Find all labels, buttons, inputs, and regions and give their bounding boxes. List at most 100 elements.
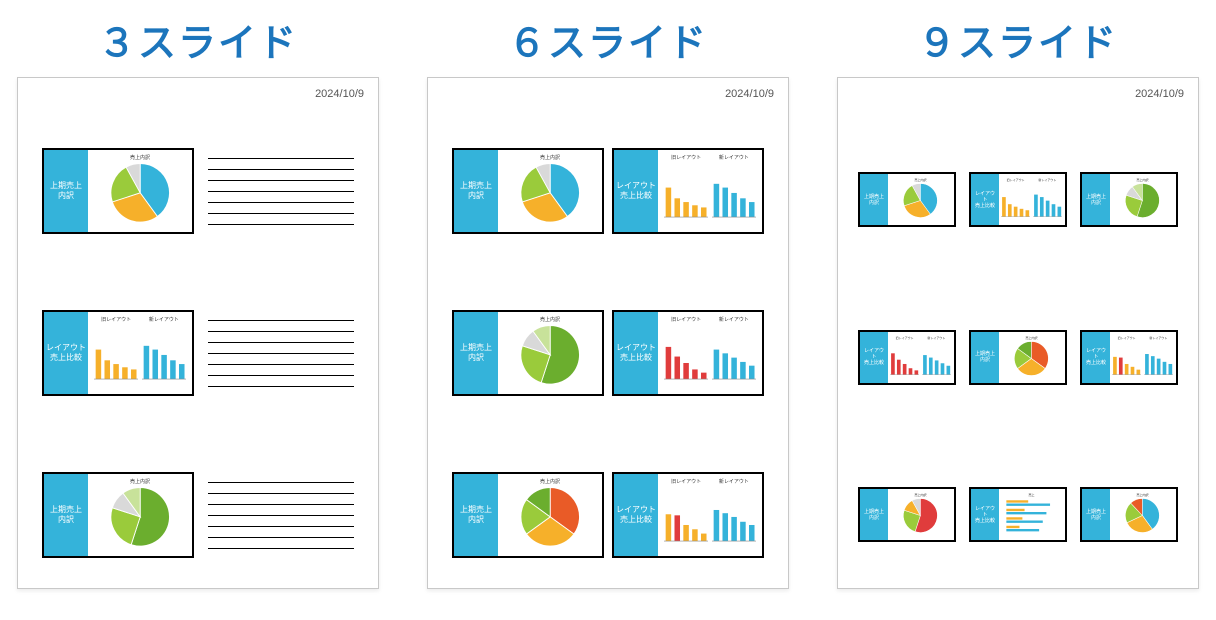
layout-6-title: ６スライド bbox=[508, 12, 708, 67]
slide-thumb-pie_d: 上期売上 内訳売上内訳 bbox=[858, 487, 956, 542]
slide-chart: 売上内訳 bbox=[504, 316, 596, 390]
slide-sidebar: レイアウト 売上比較 bbox=[44, 312, 88, 394]
note-line bbox=[208, 526, 354, 527]
note-line bbox=[208, 353, 354, 354]
note-line bbox=[208, 191, 354, 192]
slide-chart: 売上内訳 bbox=[1112, 493, 1173, 536]
slide-thumb-bars_b: レイアウト 売上比較旧レイアウト新レイアウト bbox=[612, 310, 764, 396]
slide-chart: 旧レイアウト新レイアウト bbox=[94, 316, 186, 390]
note-line bbox=[208, 213, 354, 214]
slide-thumb-bars_c: レイアウト 売上比較旧レイアウト新レイアウト bbox=[1080, 330, 1178, 385]
slide-sidebar: 上期売上 内訳 bbox=[454, 474, 498, 556]
layout-3-slides: ３スライド 2024/10/9 上期売上 内訳売上内訳レイアウト 売上比較旧レイ… bbox=[13, 12, 383, 589]
slide-thumb-pie_c: 上期売上 内訳売上内訳 bbox=[452, 472, 604, 558]
chart-title: 旧レイアウト bbox=[664, 154, 708, 162]
slide-sidebar: 上期売上 内訳 bbox=[44, 474, 88, 556]
handout-row: レイアウト 売上比較旧レイアウト新レイアウト上期売上 内訳売上内訳レイアウト 売… bbox=[858, 330, 1178, 385]
slide-chart: 売上内訳 bbox=[1001, 336, 1062, 379]
note-line bbox=[208, 386, 354, 387]
chart-title: 新レイアウト bbox=[712, 316, 756, 324]
handout-page-3: 2024/10/9 上期売上 内訳売上内訳レイアウト 売上比較旧レイアウト新レイ… bbox=[17, 77, 379, 589]
slide-chart: 売上内訳 bbox=[94, 478, 186, 552]
slide-chart: 売上内訳 bbox=[504, 478, 596, 552]
chart-title: 旧レイアウト bbox=[664, 316, 708, 324]
chart-title: 新レイアウト bbox=[142, 316, 186, 324]
chart-title: 旧レイアウト bbox=[664, 478, 708, 486]
handout-row: 上期売上 内訳売上内訳レイアウト 売上比較旧レイアウト新レイアウト bbox=[452, 472, 764, 558]
handout-row: 上期売上 内訳売上内訳レイアウト 売上比較旧レイアウト新レイアウト bbox=[452, 148, 764, 234]
layout-9-slides: ９スライド 2024/10/9 上期売上 内訳売上内訳レイアウト 売上比較旧レイ… bbox=[833, 12, 1203, 589]
slide-thumb-bars_c: レイアウト 売上比較旧レイアウト新レイアウト bbox=[612, 472, 764, 558]
slide-thumb-pie_e: 上期売上 内訳売上内訳 bbox=[1080, 487, 1178, 542]
note-line bbox=[208, 320, 354, 321]
slide-sidebar: 上期売上 内訳 bbox=[971, 332, 999, 383]
slide-sidebar: 上期売上 内訳 bbox=[1082, 489, 1110, 540]
slide-chart: 旧レイアウト新レイアウト bbox=[664, 154, 756, 228]
note-line bbox=[208, 342, 354, 343]
slide-chart: 売上内訳 bbox=[890, 178, 951, 221]
note-line bbox=[208, 515, 354, 516]
handout-page-6: 2024/10/9 上期売上 内訳売上内訳レイアウト 売上比較旧レイアウト新レイ… bbox=[427, 77, 789, 589]
note-line bbox=[208, 224, 354, 225]
slide-chart: 売上 bbox=[1001, 493, 1062, 536]
slide-thumb-bars_a: レイアウト 売上比較旧レイアウト新レイアウト bbox=[969, 172, 1067, 227]
layout-9-title: ９スライド bbox=[918, 12, 1118, 67]
slide-thumb-bars_b: レイアウト 売上比較旧レイアウト新レイアウト bbox=[858, 330, 956, 385]
note-line bbox=[208, 482, 354, 483]
note-line bbox=[208, 364, 354, 365]
slide-sidebar: 上期売上 内訳 bbox=[454, 150, 498, 232]
note-line bbox=[208, 169, 354, 170]
slide-sidebar: 上期売上 内訳 bbox=[1082, 174, 1110, 225]
note-line bbox=[208, 202, 354, 203]
page-date: 2024/10/9 bbox=[1135, 88, 1184, 100]
slide-sidebar: レイアウト 売上比較 bbox=[614, 150, 658, 232]
slide-chart: 旧レイアウト新レイアウト bbox=[664, 478, 756, 552]
slide-thumb-pie_c: 上期売上 内訳売上内訳 bbox=[969, 330, 1067, 385]
note-line bbox=[208, 158, 354, 159]
slide-thumb-bars_a: レイアウト 売上比較旧レイアウト新レイアウト bbox=[612, 148, 764, 234]
notes-lines bbox=[208, 320, 354, 387]
slide-chart: 旧レイアウト新レイアウト bbox=[1112, 336, 1173, 379]
slide-chart: 旧レイアウト新レイアウト bbox=[664, 316, 756, 390]
slide-thumb-pie_b: 上期売上 内訳売上内訳 bbox=[1080, 172, 1178, 227]
grid-3: 上期売上 内訳売上内訳レイアウト 売上比較旧レイアウト新レイアウト上期売上 内訳… bbox=[42, 148, 354, 558]
note-line bbox=[208, 375, 354, 376]
handout-page-9: 2024/10/9 上期売上 内訳売上内訳レイアウト 売上比較旧レイアウト新レイ… bbox=[837, 77, 1199, 589]
chart-title: 新レイアウト bbox=[712, 154, 756, 162]
layouts-row: ３スライド 2024/10/9 上期売上 内訳売上内訳レイアウト 売上比較旧レイ… bbox=[0, 0, 1216, 601]
layout-6-slides: ６スライド 2024/10/9 上期売上 内訳売上内訳レイアウト 売上比較旧レイ… bbox=[423, 12, 793, 589]
slide-sidebar: レイアウト 売上比較 bbox=[614, 474, 658, 556]
handout-row: 上期売上 内訳売上内訳 bbox=[42, 148, 354, 234]
chart-title: 売上 bbox=[1001, 493, 1062, 498]
slide-sidebar: レイアウト 売上比較 bbox=[971, 489, 999, 540]
slide-sidebar: 上期売上 内訳 bbox=[454, 312, 498, 394]
note-line bbox=[208, 180, 354, 181]
slide-chart: 売上内訳 bbox=[504, 154, 596, 228]
slide-chart: 旧レイアウト新レイアウト bbox=[890, 336, 951, 379]
chart-title: 旧レイアウト bbox=[94, 316, 138, 324]
slide-sidebar: レイアウト 売上比較 bbox=[860, 332, 888, 383]
slide-sidebar: レイアウト 売上比較 bbox=[1082, 332, 1110, 383]
grid-9: 上期売上 内訳売上内訳レイアウト 売上比較旧レイアウト新レイアウト上期売上 内訳… bbox=[858, 172, 1178, 542]
layout-3-title: ３スライド bbox=[98, 12, 298, 67]
slide-thumb-pie_b: 上期売上 内訳売上内訳 bbox=[452, 310, 604, 396]
slide-sidebar: レイアウト 売上比較 bbox=[614, 312, 658, 394]
slide-thumb-pie_b: 上期売上 内訳売上内訳 bbox=[42, 472, 194, 558]
slide-chart: 売上内訳 bbox=[890, 493, 951, 536]
slide-chart: 売上内訳 bbox=[94, 154, 186, 228]
slide-sidebar: 上期売上 内訳 bbox=[860, 174, 888, 225]
handout-row: 上期売上 内訳売上内訳 bbox=[42, 472, 354, 558]
handout-row: 上期売上 内訳売上内訳レイアウト 売上比較旧レイアウト新レイアウト bbox=[452, 310, 764, 396]
handout-row: 上期売上 内訳売上内訳レイアウト 売上比較売上上期売上 内訳売上内訳 bbox=[858, 487, 1178, 542]
note-line bbox=[208, 331, 354, 332]
slide-thumb-pie_a: 上期売上 内訳売上内訳 bbox=[452, 148, 604, 234]
page-date: 2024/10/9 bbox=[725, 88, 774, 100]
chart-title: 新レイアウト bbox=[712, 478, 756, 486]
slide-sidebar: レイアウト 売上比較 bbox=[971, 174, 999, 225]
note-line bbox=[208, 548, 354, 549]
page-date: 2024/10/9 bbox=[315, 88, 364, 100]
notes-lines bbox=[208, 482, 354, 549]
slide-thumb-bars_h: レイアウト 売上比較売上 bbox=[969, 487, 1067, 542]
handout-row: 上期売上 内訳売上内訳レイアウト 売上比較旧レイアウト新レイアウト上期売上 内訳… bbox=[858, 172, 1178, 227]
note-line bbox=[208, 537, 354, 538]
